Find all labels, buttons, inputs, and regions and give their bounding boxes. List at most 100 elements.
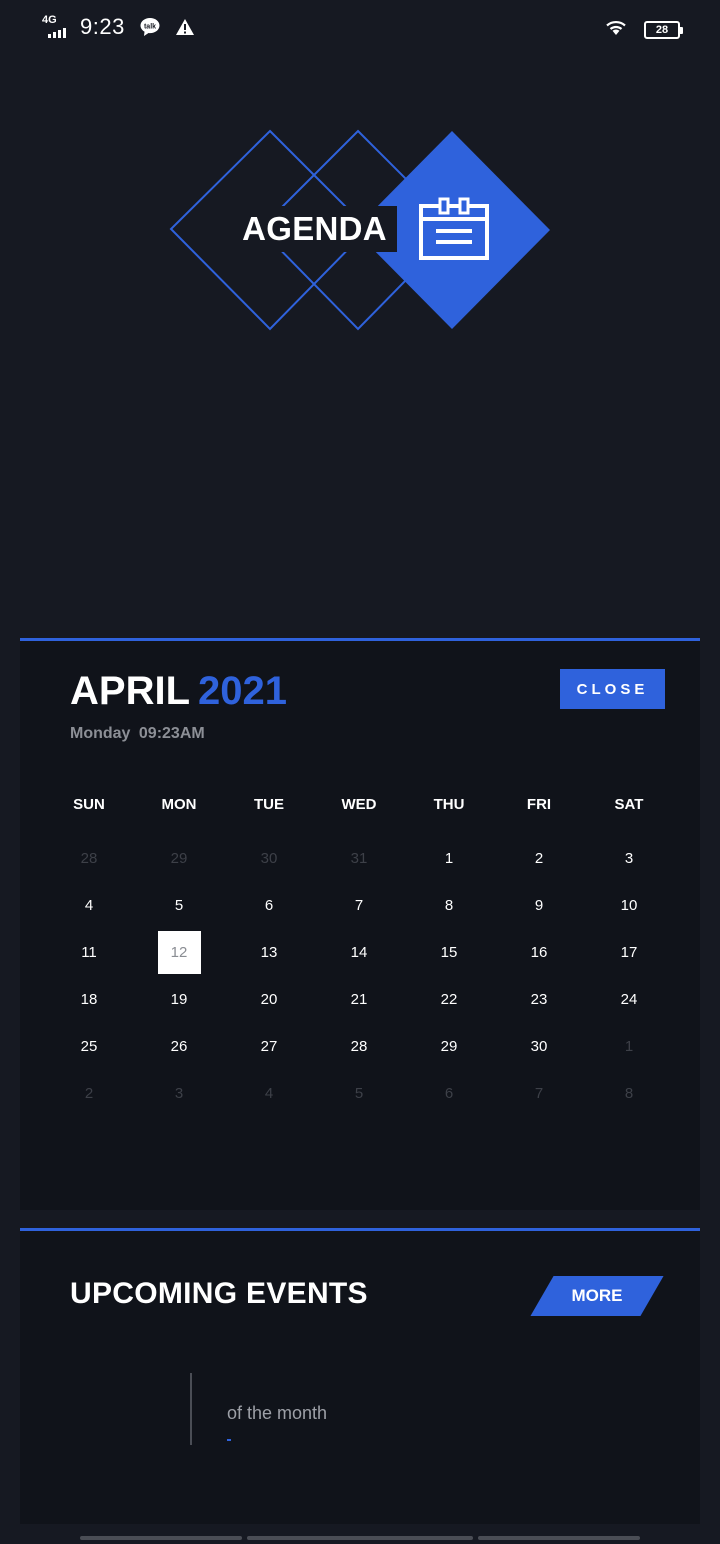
calendar-day[interactable]: 27 xyxy=(224,1023,314,1070)
close-button[interactable]: CLOSE xyxy=(560,669,665,709)
calendar-grid: 28 29 30 31 1 2 3 4 5 6 7 8 9 10 11 12 13 14 15 16 17 18 19 20 2… xyxy=(44,835,674,1117)
weekday-label: THU xyxy=(433,796,465,813)
calendar-day-number: 12 xyxy=(157,931,201,974)
calendar-day[interactable]: 25 xyxy=(44,1023,134,1070)
weekday-label: SUN xyxy=(73,796,105,813)
calendar-day-number: 7 xyxy=(354,897,364,914)
gesture-bar xyxy=(80,1536,640,1540)
calendar-day-number: 7 xyxy=(534,1085,544,1102)
calendar-day[interactable]: 7 xyxy=(494,1070,584,1117)
calendar-day-number: 2 xyxy=(84,1085,94,1102)
calendar-day[interactable]: 29 xyxy=(134,835,224,882)
calendar-day[interactable]: 28 xyxy=(314,1023,404,1070)
calendar-day-number: 29 xyxy=(170,850,188,867)
calendar-day[interactable]: 9 xyxy=(494,882,584,929)
calendar-day[interactable]: 2 xyxy=(44,1070,134,1117)
more-button-label: MORE xyxy=(571,1286,623,1305)
calendar-day[interactable]: 1 xyxy=(584,1023,674,1070)
calendar-day[interactable]: 3 xyxy=(584,835,674,882)
network-type: 4G xyxy=(42,14,57,26)
calendar-day[interactable]: 16 xyxy=(494,929,584,976)
calendar-day[interactable]: 18 xyxy=(44,976,134,1023)
calendar-day-number: 20 xyxy=(260,991,278,1008)
calendar-day[interactable]: 8 xyxy=(584,1070,674,1117)
warning-icon xyxy=(175,18,195,36)
calendar-day-number: 23 xyxy=(530,991,548,1008)
calendar-day[interactable]: 17 xyxy=(584,929,674,976)
calendar-day[interactable]: 21 xyxy=(314,976,404,1023)
calendar-day-today[interactable]: 12 xyxy=(134,929,224,976)
month-title: APRIL 2021 xyxy=(70,669,287,714)
calendar-day[interactable]: 5 xyxy=(134,882,224,929)
battery-icon: 28 xyxy=(644,20,683,39)
calendar-day[interactable]: 23 xyxy=(494,976,584,1023)
calendar-day[interactable]: 5 xyxy=(314,1070,404,1117)
month-name: APRIL xyxy=(70,669,190,713)
calendar-day-number: 2 xyxy=(534,850,544,867)
calendar-day[interactable]: 20 xyxy=(224,976,314,1023)
calendar-day[interactable]: 26 xyxy=(134,1023,224,1070)
calendar-day-number: 15 xyxy=(440,944,458,961)
calendar-day-number: 11 xyxy=(81,944,97,961)
calendar-day[interactable]: 13 xyxy=(224,929,314,976)
calendar-day-number: 6 xyxy=(444,1085,454,1102)
calendar-day[interactable]: 1 xyxy=(404,835,494,882)
calendar-week-row: 4 5 6 7 8 9 10 xyxy=(44,882,674,929)
calendar-day[interactable]: 8 xyxy=(404,882,494,929)
calendar-day-number: 28 xyxy=(350,1038,368,1055)
calendar-day[interactable]: 4 xyxy=(224,1070,314,1117)
calendar-panel: APRIL 2021 Monday 09:23AM CLOSE SUN MON … xyxy=(20,638,700,1210)
talk-icon: talk xyxy=(139,17,161,37)
status-bar: 4G 9:23 talk 28 xyxy=(0,0,720,56)
calendar-day-number: 1 xyxy=(444,850,454,867)
calendar-day-number: 5 xyxy=(354,1085,364,1102)
calendar-day[interactable]: 14 xyxy=(314,929,404,976)
battery-level: 28 xyxy=(655,23,669,36)
calendar-day-number: 21 xyxy=(350,991,368,1008)
calendar-day-number: 3 xyxy=(624,850,634,867)
weekday-label: TUE xyxy=(254,796,284,813)
calendar-day-number: 19 xyxy=(170,991,188,1008)
calendar-day-number: 27 xyxy=(260,1038,278,1055)
weekday-label: SAT xyxy=(614,796,644,813)
calendar-day-number: 31 xyxy=(350,850,368,867)
calendar-day[interactable]: 11 xyxy=(44,929,134,976)
logo-title: AGENDA xyxy=(232,206,397,252)
event-divider xyxy=(190,1373,192,1445)
calendar-day[interactable]: 31 xyxy=(314,835,404,882)
weekday-header: SUN MON TUE WED THU FRI SAT xyxy=(44,796,674,813)
calendar-week-row: 25 26 27 28 29 30 1 xyxy=(44,1023,674,1070)
calendar-week-row: 28 29 30 31 1 2 3 xyxy=(44,835,674,882)
calendar-day[interactable]: 6 xyxy=(224,882,314,929)
calendar-day[interactable]: 3 xyxy=(134,1070,224,1117)
calendar-day[interactable]: 30 xyxy=(224,835,314,882)
calendar-day[interactable]: 19 xyxy=(134,976,224,1023)
calendar-day-number: 14 xyxy=(350,944,368,961)
calendar-day[interactable]: 30 xyxy=(494,1023,584,1070)
calendar-day-number: 18 xyxy=(80,991,98,1008)
more-button[interactable]: MORE xyxy=(530,1276,664,1316)
calendar-day-number: 10 xyxy=(620,897,638,914)
calendar-day[interactable]: 24 xyxy=(584,976,674,1023)
wifi-icon xyxy=(604,18,628,41)
calendar-day[interactable]: 28 xyxy=(44,835,134,882)
events-title: UPCOMING EVENTS xyxy=(70,1277,368,1310)
calendar-day-number: 24 xyxy=(620,991,638,1008)
current-datetime: Monday 09:23AM xyxy=(70,725,205,742)
calendar-day[interactable]: 6 xyxy=(404,1070,494,1117)
calendar-day-number: 22 xyxy=(440,991,458,1008)
calendar-day-number: 4 xyxy=(84,897,94,914)
calendar-day[interactable]: 15 xyxy=(404,929,494,976)
calendar-day-number: 17 xyxy=(620,944,638,961)
calendar-day[interactable]: 4 xyxy=(44,882,134,929)
calendar-day-number: 1 xyxy=(624,1038,634,1055)
calendar-day[interactable]: 29 xyxy=(404,1023,494,1070)
calendar-day-number: 30 xyxy=(260,850,278,867)
calendar-day[interactable]: 10 xyxy=(584,882,674,929)
calendar-day[interactable]: 2 xyxy=(494,835,584,882)
calendar-day-number: 5 xyxy=(174,897,184,914)
calendar-day[interactable]: 22 xyxy=(404,976,494,1023)
calendar-day-number: 26 xyxy=(170,1038,188,1055)
calendar-day-number: 29 xyxy=(440,1038,458,1055)
calendar-day[interactable]: 7 xyxy=(314,882,404,929)
